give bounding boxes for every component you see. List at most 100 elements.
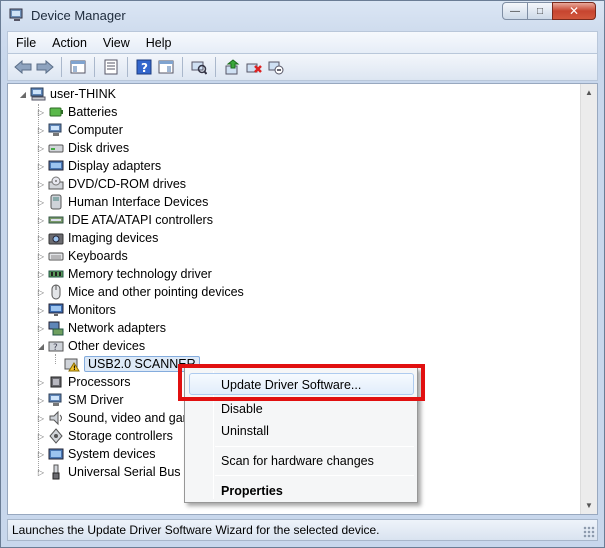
menu-item-properties[interactable]: Properties <box>221 484 283 498</box>
warning-device-icon: ! <box>64 356 80 372</box>
maximize-icon[interactable]: □ <box>527 2 553 20</box>
expand-icon[interactable]: ▷ <box>36 198 46 207</box>
keyboard-icon <box>48 248 64 264</box>
expand-icon[interactable]: ▷ <box>36 324 46 333</box>
collapse-icon[interactable]: ◢ <box>36 342 46 351</box>
tree-category[interactable]: ▷ Mice and other pointing devices <box>36 283 244 301</box>
ide-controller-icon <box>48 212 64 228</box>
tree-category[interactable]: ▷ Monitors <box>36 301 116 319</box>
tree-category[interactable]: ▷ Computer <box>36 121 123 139</box>
vertical-scrollbar[interactable]: ▲ ▼ <box>580 84 597 514</box>
tree-category[interactable]: ▷ Display adapters <box>36 157 161 175</box>
expand-icon[interactable]: ▷ <box>36 432 46 441</box>
tree-item-label: Computer <box>68 123 123 137</box>
tree-category[interactable]: ▷ Processors <box>36 373 131 391</box>
menu-item-disable[interactable]: Disable <box>221 402 263 416</box>
expand-icon[interactable]: ▷ <box>36 378 46 387</box>
resize-grip-icon[interactable] <box>583 526 595 538</box>
disk-drive-icon <box>48 140 64 156</box>
expand-icon[interactable]: ▷ <box>36 270 46 279</box>
tree-category[interactable]: ▷ Human Interface Devices <box>36 193 208 211</box>
expand-icon[interactable]: ▷ <box>36 252 46 261</box>
device-manager-icon <box>9 8 25 22</box>
expand-icon[interactable]: ▷ <box>36 234 46 243</box>
menu-help[interactable]: Help <box>138 36 180 50</box>
tree-category[interactable]: ▷ Sound, video and gan <box>36 409 190 427</box>
tree-item-label: Memory technology driver <box>68 267 212 281</box>
expand-icon[interactable]: ▷ <box>36 288 46 297</box>
expand-icon[interactable]: ▷ <box>36 162 46 171</box>
expand-icon[interactable]: ▷ <box>36 414 46 423</box>
close-icon[interactable]: ✕ <box>552 2 596 20</box>
mouse-icon <box>48 284 64 300</box>
expand-icon[interactable]: ▷ <box>36 306 46 315</box>
toolbar-separator <box>94 57 95 77</box>
tree-item-label: Mice and other pointing devices <box>68 285 244 299</box>
tree-category[interactable]: ▷ Memory technology driver <box>36 265 212 283</box>
expand-icon[interactable]: ▷ <box>36 468 46 477</box>
status-bar: Launches the Update Driver Software Wiza… <box>7 519 598 541</box>
hid-icon <box>48 194 64 210</box>
tree-category[interactable]: ▷ Storage controllers <box>36 427 173 445</box>
tree-item-label: Storage controllers <box>68 429 173 443</box>
svg-text:?: ? <box>53 343 58 353</box>
sound-icon <box>48 410 64 426</box>
tree-item-label: SM Driver <box>68 393 124 407</box>
tree-category[interactable]: ▷ Network adapters <box>36 319 166 337</box>
tree-item-label: Universal Serial Bus co <box>68 465 198 479</box>
tree-category[interactable]: ◢? Other devices <box>36 337 145 355</box>
collapse-icon[interactable]: ◢ <box>18 90 28 99</box>
menu-action[interactable]: Action <box>44 36 95 50</box>
toolbar-separator <box>127 57 128 77</box>
tree-category[interactable]: ▷ Keyboards <box>36 247 128 265</box>
tree-item-label: Human Interface Devices <box>68 195 209 209</box>
menu-item-uninstall[interactable]: Uninstall <box>221 424 269 438</box>
expand-icon[interactable]: ▷ <box>36 144 46 153</box>
device-manager-window: Device Manager — □ ✕ File Action View He… <box>0 0 605 548</box>
expand-icon[interactable]: ▷ <box>36 396 46 405</box>
menu-view[interactable]: View <box>95 36 138 50</box>
tree-category[interactable]: ▷ Batteries <box>36 103 117 121</box>
tree-item-label: Disk drives <box>68 141 130 155</box>
window-controls: — □ ✕ <box>502 2 596 20</box>
menu-file[interactable]: File <box>8 36 44 50</box>
tree-category[interactable]: ▷ Disk drives <box>36 139 129 157</box>
uninstall-icon[interactable] <box>243 56 265 78</box>
tree-category[interactable]: ▷ System devices <box>36 445 156 463</box>
menu-separator <box>215 446 414 447</box>
tree-root[interactable]: ◢ user-THINK <box>18 85 116 103</box>
update-driver-icon[interactable] <box>221 56 243 78</box>
tree-item-label: Sound, video and gan <box>68 411 190 425</box>
toolbar-separator <box>182 57 183 77</box>
tree-category[interactable]: ▷ Universal Serial Bus co <box>36 463 197 481</box>
show-action-pane-icon[interactable] <box>155 56 177 78</box>
disable-icon[interactable] <box>265 56 287 78</box>
menu-item-scan[interactable]: Scan for hardware changes <box>221 454 374 468</box>
monitor-icon <box>48 302 64 318</box>
tree-item-label: Batteries <box>68 105 118 119</box>
scan-hardware-icon[interactable] <box>188 56 210 78</box>
forward-icon[interactable] <box>34 56 56 78</box>
tree-item-label: Network adapters <box>68 321 166 335</box>
properties-icon[interactable] <box>100 56 122 78</box>
expand-icon[interactable]: ▷ <box>36 450 46 459</box>
tree-item-label: Other devices <box>68 339 146 353</box>
scroll-down-icon[interactable]: ▼ <box>581 497 597 514</box>
help-icon[interactable]: ? <box>133 56 155 78</box>
tree-item-label: System devices <box>68 447 156 461</box>
toolbar: ? <box>7 53 598 81</box>
expand-icon[interactable]: ▷ <box>36 180 46 189</box>
tree-category[interactable]: ▷ SM Driver <box>36 391 124 409</box>
expand-icon[interactable]: ▷ <box>36 216 46 225</box>
back-icon[interactable] <box>12 56 34 78</box>
expand-icon[interactable]: ▷ <box>36 126 46 135</box>
expand-icon[interactable]: ▷ <box>36 108 46 117</box>
tree-category[interactable]: ▷ DVD/CD-ROM drives <box>36 175 186 193</box>
tree-category[interactable]: ▷ Imaging devices <box>36 229 158 247</box>
minimize-icon[interactable]: — <box>502 2 528 20</box>
show-hide-console-tree-icon[interactable] <box>67 56 89 78</box>
tree-item-label: Display adapters <box>68 159 162 173</box>
scroll-up-icon[interactable]: ▲ <box>581 84 597 101</box>
svg-text:?: ? <box>141 61 148 75</box>
tree-category[interactable]: ▷ IDE ATA/ATAPI controllers <box>36 211 213 229</box>
